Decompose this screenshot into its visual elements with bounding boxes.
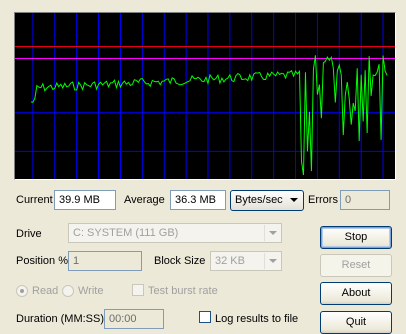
average-label: Average bbox=[124, 194, 165, 206]
stop-button[interactable]: Stop bbox=[320, 226, 392, 249]
throughput-trace bbox=[30, 55, 388, 176]
block-size-label: Block Size bbox=[154, 255, 206, 267]
block-size-select[interactable]: 32 KB bbox=[210, 251, 282, 271]
block-size-value: 32 KB bbox=[215, 255, 245, 267]
current-label: Current bbox=[16, 194, 53, 206]
errors-field: 0 bbox=[340, 190, 390, 210]
errors-label: Errors bbox=[308, 194, 338, 206]
drive-dropdown-button[interactable] bbox=[264, 225, 280, 241]
current-rate-field: 39.9 MB bbox=[54, 190, 116, 210]
write-radio[interactable] bbox=[62, 285, 74, 297]
chevron-down-icon bbox=[268, 259, 277, 263]
log-results-label: Log results to file bbox=[215, 313, 299, 325]
test-burst-checkbox[interactable] bbox=[132, 284, 144, 296]
units-value: Bytes/sec bbox=[235, 194, 283, 206]
duration-field: 00:00 bbox=[104, 309, 164, 329]
throughput-graph bbox=[14, 12, 396, 180]
position-field: 1 bbox=[68, 251, 142, 271]
drive-label: Drive bbox=[16, 228, 42, 240]
average-rate-field: 36.3 MB bbox=[170, 190, 226, 210]
read-radio[interactable] bbox=[16, 285, 28, 297]
reset-button[interactable]: Reset bbox=[320, 254, 392, 277]
units-dropdown[interactable]: Bytes/sec bbox=[230, 190, 304, 211]
block-size-dropdown-button[interactable] bbox=[264, 253, 280, 269]
about-button[interactable]: About bbox=[320, 282, 392, 305]
drive-value: C: SYSTEM (111 GB) bbox=[73, 227, 179, 239]
position-label: Position % bbox=[16, 255, 68, 267]
graph-grid bbox=[15, 13, 395, 179]
log-results-checkbox[interactable] bbox=[199, 311, 211, 323]
drive-select[interactable]: C: SYSTEM (111 GB) bbox=[68, 223, 282, 243]
read-radio-label: Read bbox=[32, 285, 59, 297]
test-burst-label: Test burst rate bbox=[148, 285, 218, 297]
write-radio-label: Write bbox=[78, 285, 104, 297]
duration-label: Duration (MM:SS) bbox=[16, 313, 105, 325]
chevron-down-icon bbox=[268, 231, 277, 235]
throughput-graph-canvas bbox=[15, 13, 395, 179]
chevron-down-icon bbox=[290, 198, 298, 202]
